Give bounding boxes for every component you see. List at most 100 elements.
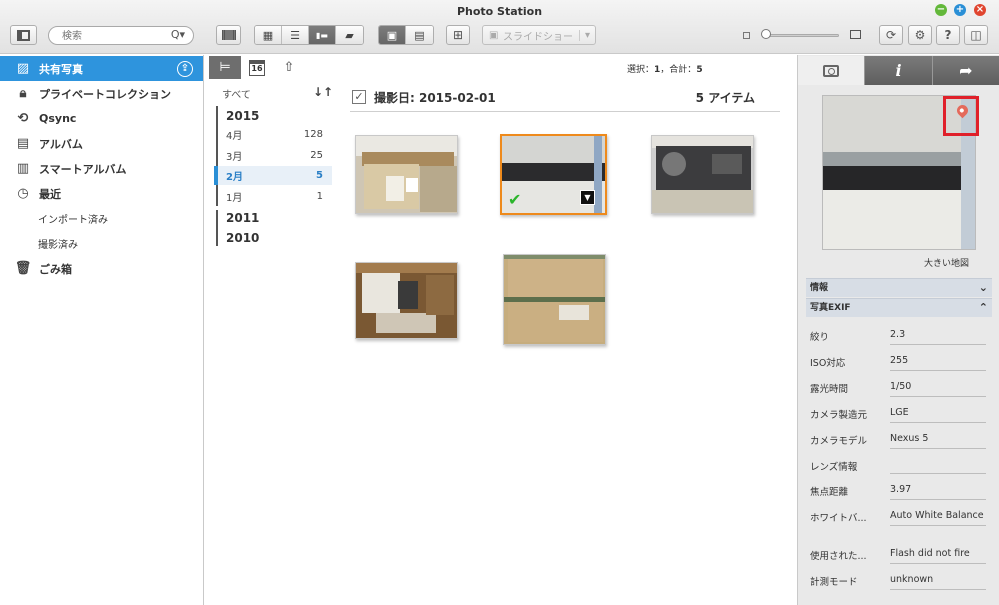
settings-button[interactable]: ⚙ — [908, 25, 932, 45]
selected-label: 選択： — [627, 65, 655, 75]
location-pin-highlight[interactable] — [943, 96, 979, 136]
month-count: 25 — [310, 150, 323, 161]
close-button[interactable]: × — [974, 4, 986, 16]
list-view-button[interactable]: ☰ — [282, 26, 309, 44]
exif-value: LGE — [890, 407, 986, 423]
upload-icon[interactable]: ⇪ — [177, 61, 193, 77]
tab-calendar[interactable]: 16 — [241, 56, 273, 79]
help-button[interactable]: ? — [936, 25, 960, 45]
month-count: 128 — [303, 129, 323, 140]
group-count: 5 アイテム — [695, 91, 755, 105]
sidebar-item-private-collection[interactable]: 🔒︎ プライベートコレクション — [0, 81, 203, 106]
camera-icon — [823, 64, 840, 77]
search-icon[interactable]: Q▾ — [171, 28, 185, 41]
total-label: 合計： — [669, 65, 697, 75]
trash-icon: 🗑︎ — [14, 261, 32, 276]
month-item-selected[interactable]: 2月 5 — [214, 166, 332, 185]
exif-value — [890, 459, 986, 474]
refresh-icon: ⟳ — [885, 28, 897, 42]
slideshow-icon: ▣ — [489, 29, 499, 41]
timeline-icon: ▮▬ — [316, 30, 328, 40]
exif-key: 露光時間 — [810, 384, 849, 395]
tab-share[interactable]: ➦ — [931, 56, 999, 85]
folder-icon: ▰ — [345, 28, 354, 42]
minimize-button[interactable]: − — [935, 4, 947, 16]
sidebar-item-label: 共有写真 — [39, 62, 83, 76]
sidebar-item-label: 最近 — [39, 187, 61, 201]
info-section-header[interactable]: 情報 ⌄ — [806, 278, 992, 297]
group-checkbox[interactable]: ✓ — [352, 90, 366, 104]
sidebar-item-label: 撮影済み — [38, 240, 78, 251]
photo-icon: ▣ — [386, 28, 398, 42]
month-label: 3月 — [226, 152, 243, 163]
month-label: 2月 — [226, 172, 243, 183]
sidebar-item-album[interactable]: ▤ アルバム — [0, 131, 203, 156]
photo-mode-button[interactable]: ▣ — [379, 26, 406, 44]
photo-thumbnail[interactable] — [651, 135, 754, 214]
exif-value: 3.97 — [890, 484, 986, 500]
refresh-button[interactable]: ⟳ — [879, 25, 903, 45]
exif-key: ISO対応 — [810, 358, 846, 369]
multi-select-button[interactable]: ⊞ — [446, 25, 470, 45]
album-icon: ▤ — [16, 136, 30, 151]
video-mode-button[interactable]: ▤ — [406, 26, 433, 44]
timeline-tabs: ⊨ 16 ⇧ — [209, 56, 305, 79]
video-icon: ▤ — [414, 28, 425, 42]
view-mode-group: ▦ ☰ ▮▬ ▰ — [254, 25, 364, 45]
sidebar-item-imported[interactable]: インポート済み — [0, 206, 203, 231]
chevron-down-icon[interactable]: ▾ — [579, 29, 595, 41]
tab-timeline[interactable]: ⊨ — [209, 56, 241, 79]
panel-icon: ◫ — [970, 28, 982, 42]
exif-key: 計測モード — [810, 577, 858, 588]
tab-info[interactable]: i — [864, 56, 932, 85]
sidebar-item-taken[interactable]: 撮影済み — [0, 231, 203, 256]
maximize-button[interactable]: + — [954, 4, 966, 16]
large-map-link[interactable]: 大きい地図 — [924, 256, 969, 269]
zoom-handle[interactable] — [761, 29, 771, 39]
photo-thumbnail-selected[interactable]: ✔ ▼ — [500, 134, 607, 215]
thumbnail-menu-button[interactable]: ▼ — [580, 190, 595, 205]
title-bar: Photo Station − + × Q▾ ▦ ☰ ▮▬ ▰ ▣ ▤ ⊞ ▣ … — [0, 0, 999, 54]
sidebar-item-recent[interactable]: ◷ 最近 — [0, 181, 203, 206]
folder-view-button[interactable]: ▰ — [336, 26, 363, 44]
grid-icon: ▦ — [262, 28, 274, 42]
month-item[interactable]: 4月 128 — [216, 125, 332, 144]
sidebar-item-trash[interactable]: 🗑︎ ごみ箱 — [0, 256, 203, 281]
grid-view-button[interactable]: ▦ — [255, 26, 282, 44]
gear-icon: ⚙ — [914, 28, 926, 42]
year-2015[interactable]: 2015 — [226, 109, 259, 123]
sidebar-toggle-button[interactable] — [10, 25, 37, 45]
month-item[interactable]: 3月 25 — [216, 146, 332, 165]
info-panel-toggle-button[interactable]: ◫ — [964, 25, 988, 45]
status-separator: ， — [660, 65, 670, 75]
filmstrip-button[interactable] — [216, 25, 241, 45]
tab-photo[interactable] — [798, 56, 865, 85]
exif-key: 焦点距離 — [810, 487, 849, 498]
search-box[interactable]: Q▾ — [48, 26, 194, 45]
zoom-slider[interactable] — [741, 29, 861, 43]
sidebar-item-label: インポート済み — [38, 215, 108, 226]
search-input[interactable] — [62, 29, 162, 43]
info-panel-tabs: i ➦ — [798, 56, 999, 85]
slideshow-button[interactable]: ▣ スライドショー ▾ — [482, 25, 596, 45]
zoom-track[interactable] — [763, 34, 839, 37]
year-2010[interactable]: 2010 — [226, 231, 259, 245]
sidebar-item-qsync[interactable]: ⟲ Qsync — [0, 106, 203, 131]
app-title: Photo Station — [456, 5, 543, 18]
check-icon: ✔ — [508, 190, 522, 209]
date-group-header: ✓ 撮影日: 2015-02-01 5 アイテム — [350, 88, 780, 112]
photo-thumbnail[interactable] — [355, 135, 458, 214]
sidebar-item-shared-photos[interactable]: ▨ 共有写真 ⇪ — [0, 56, 203, 81]
month-count: 1 — [316, 191, 323, 202]
year-2011[interactable]: 2011 — [226, 211, 259, 225]
tab-upload[interactable]: ⇧ — [273, 56, 305, 79]
sort-icon[interactable]: ↓↑ — [313, 85, 333, 99]
all-dates-link[interactable]: すべて — [222, 86, 251, 101]
month-item[interactable]: 1月 1 — [216, 187, 332, 206]
exif-section-header[interactable]: 写真EXIF ⌃ — [806, 298, 992, 317]
calendar-icon: 16 — [249, 59, 265, 76]
timeline-view-button[interactable]: ▮▬ — [309, 26, 336, 44]
photo-thumbnail[interactable] — [503, 254, 606, 345]
photo-thumbnail[interactable] — [355, 262, 458, 339]
sidebar-item-smart-album[interactable]: ▥ スマートアルバム — [0, 156, 203, 181]
